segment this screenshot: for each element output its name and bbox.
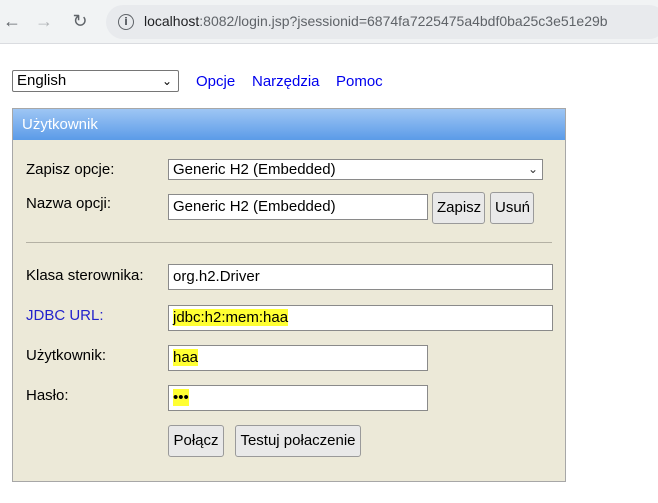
info-icon[interactable]: i <box>118 14 134 30</box>
jdbc-url-input[interactable]: jdbc:h2:mem:haa <box>168 305 553 331</box>
language-select[interactable]: English ⌄ <box>12 70 179 92</box>
setting-name-input[interactable]: Generic H2 (Embedded) <box>168 194 428 220</box>
login-panel: Użytkownik Zapisz opcje: Generic H2 (Emb… <box>12 108 566 482</box>
browser-toolbar: ← → ↻ i localhost:8082/login.jsp?jsessio… <box>0 0 658 44</box>
reload-icon[interactable]: ↻ <box>68 9 92 33</box>
forward-arrow-icon[interactable]: → <box>32 9 56 33</box>
saved-settings-value: Generic H2 (Embedded) <box>173 161 336 178</box>
url-host: localhost <box>144 13 200 29</box>
connect-button[interactable]: Połącz <box>168 425 224 457</box>
password-label: Hasło: <box>26 387 69 404</box>
password-input[interactable]: ••• <box>168 385 428 411</box>
test-connection-button[interactable]: Testuj połaczenie <box>235 425 361 457</box>
address-bar[interactable]: i localhost:8082/login.jsp?jsessionid=68… <box>106 5 658 39</box>
help-link[interactable]: Pomoc <box>336 73 383 90</box>
username-value: haa <box>173 349 199 366</box>
panel-title: Użytkownik <box>13 109 565 140</box>
language-value: English <box>17 72 67 89</box>
jdbc-url-label[interactable]: JDBC URL: <box>26 307 104 324</box>
url-path: :8082/login.jsp?jsessionid=6874fa7225475… <box>199 13 608 29</box>
driver-class-label: Klasa sterownika: <box>26 267 144 284</box>
username-input[interactable]: haa <box>168 345 428 371</box>
saved-settings-select[interactable]: Generic H2 (Embedded) ⌄ <box>168 159 543 180</box>
password-value: ••• <box>173 389 189 406</box>
setting-name-label: Nazwa opcji: <box>26 195 112 212</box>
url-text[interactable]: localhost:8082/login.jsp?jsessionid=6874… <box>144 13 608 29</box>
chevron-down-icon: ⌄ <box>161 74 172 88</box>
options-link[interactable]: Opcje <box>196 73 235 90</box>
chevron-down-icon: ⌄ <box>527 162 538 176</box>
back-arrow-icon[interactable]: ← <box>0 9 24 33</box>
tools-link[interactable]: Narzędzia <box>252 73 320 90</box>
driver-class-input[interactable]: org.h2.Driver <box>168 264 553 290</box>
jdbc-url-value: jdbc:h2:mem:haa <box>173 309 289 326</box>
save-button[interactable]: Zapisz <box>432 192 485 224</box>
saved-settings-label: Zapisz opcje: <box>26 161 115 178</box>
divider <box>26 242 552 243</box>
remove-button[interactable]: Usuń <box>490 192 534 224</box>
username-label: Użytkownik: <box>26 347 107 364</box>
